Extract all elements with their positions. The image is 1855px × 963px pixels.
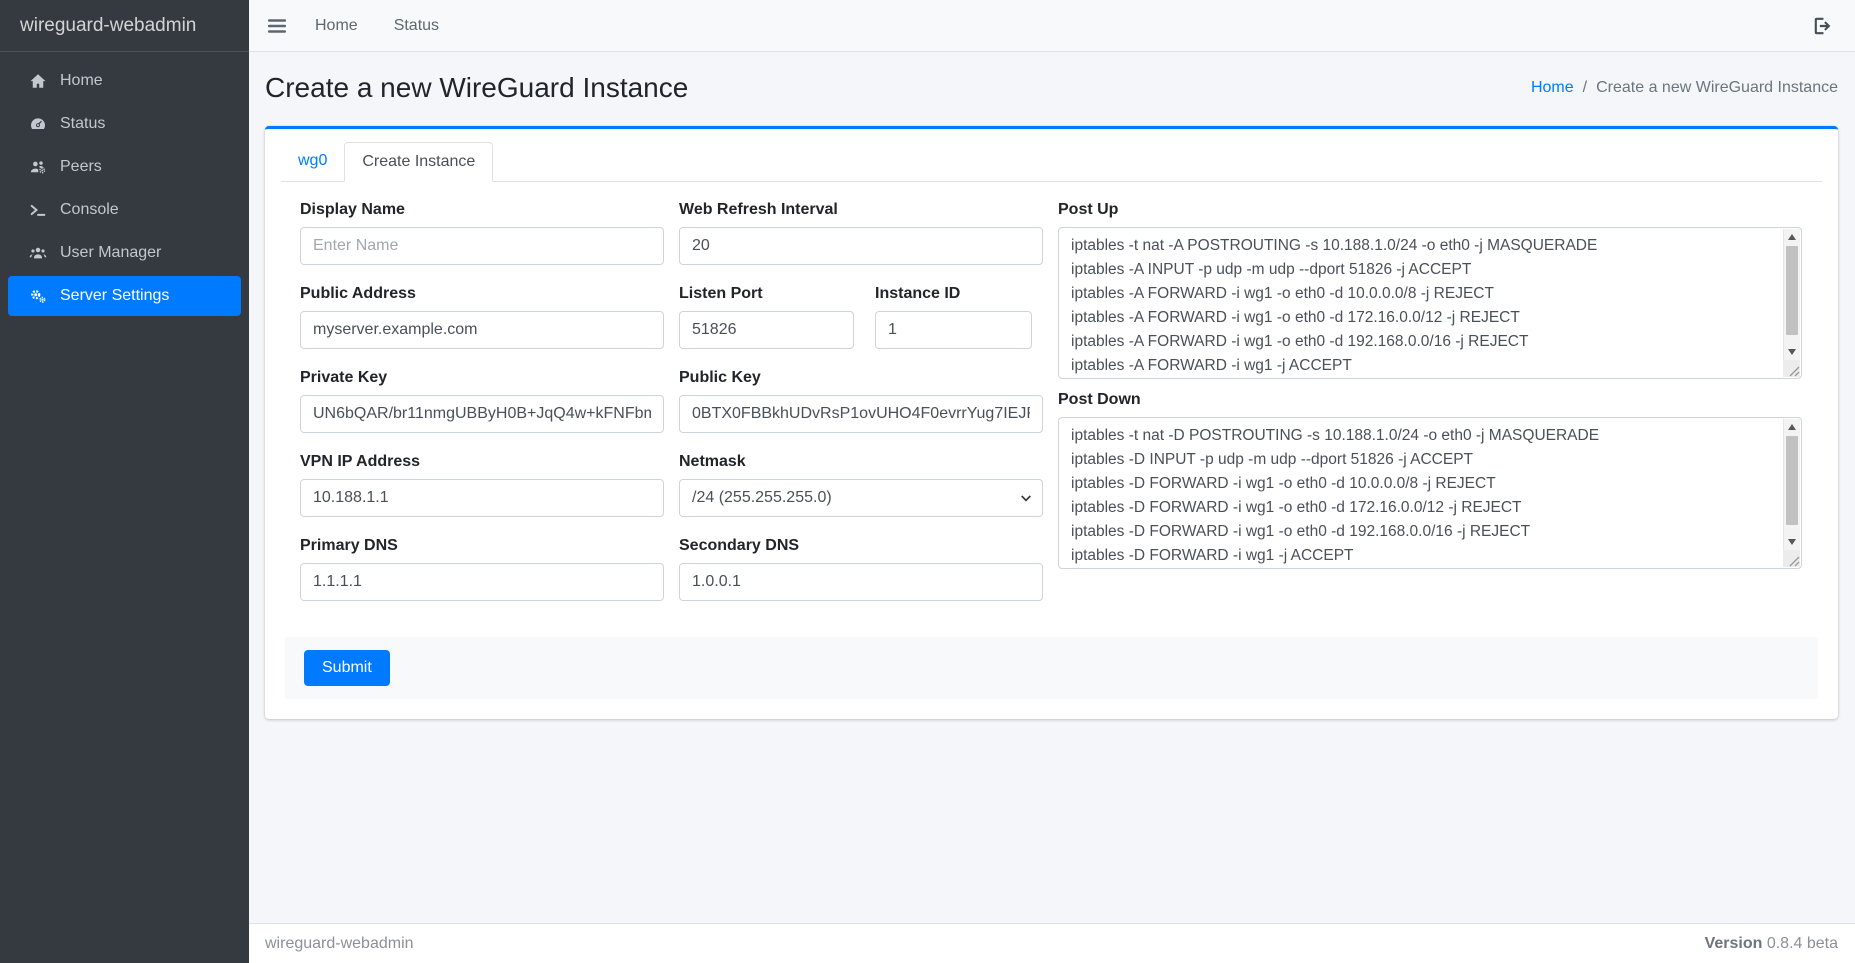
footer-version: Version 0.8.4 beta (1705, 935, 1838, 953)
post-up-scrollbar[interactable] (1783, 229, 1800, 360)
secondary-dns-label: Secondary DNS (679, 537, 1043, 555)
scroll-down-arrow-icon[interactable] (1784, 344, 1800, 360)
brand-title: wireguard-webadmin (0, 0, 249, 52)
listen-port-label: Listen Port (679, 285, 854, 303)
scrollbar-thumb[interactable] (1786, 436, 1798, 525)
users-icon (26, 244, 49, 262)
primary-dns-label: Primary DNS (300, 537, 664, 555)
users-gear-icon (26, 158, 49, 176)
scroll-up-arrow-icon[interactable] (1784, 419, 1800, 435)
vpn-ip-address-input[interactable] (300, 479, 664, 517)
sign-out-icon[interactable] (1812, 15, 1834, 37)
sidebar-item-peers[interactable]: Peers (8, 147, 241, 187)
public-key-input[interactable] (679, 395, 1043, 433)
gauge-icon (26, 115, 49, 133)
sidebar-item-label: Server Settings (60, 287, 169, 305)
private-key-input[interactable] (300, 395, 664, 433)
sidebar-item-user-manager[interactable]: User Manager (8, 233, 241, 273)
terminal-icon (26, 201, 49, 219)
footer-version-value: 0.8.4 beta (1767, 935, 1838, 952)
post-down-label: Post Down (1058, 391, 1802, 409)
secondary-dns-input[interactable] (679, 563, 1043, 601)
footer-version-label: Version (1705, 935, 1763, 952)
scrollbar-thumb[interactable] (1786, 246, 1798, 335)
instance-id-label: Instance ID (875, 285, 1032, 303)
display-name-label: Display Name (300, 201, 664, 219)
post-up-text[interactable]: iptables -t nat -A POSTROUTING -s 10.188… (1059, 228, 1782, 378)
public-address-label: Public Address (300, 285, 664, 303)
public-address-input[interactable] (300, 311, 664, 349)
sidebar-item-home[interactable]: Home (8, 61, 241, 101)
web-refresh-interval-label: Web Refresh Interval (679, 201, 1043, 219)
breadcrumb-separator: / (1583, 79, 1587, 97)
sidebar-item-server-settings[interactable]: Server Settings (8, 276, 241, 316)
post-down-text[interactable]: iptables -t nat -D POSTROUTING -s 10.188… (1059, 418, 1782, 568)
chevron-down-icon (1018, 490, 1034, 506)
scroll-down-arrow-icon[interactable] (1784, 534, 1800, 550)
post-up-label: Post Up (1058, 201, 1802, 219)
instance-card: wg0 Create Instance Display Name Web Ref… (265, 126, 1838, 719)
listen-port-input[interactable] (679, 311, 854, 349)
netmask-selected-value: /24 (255.255.255.0) (692, 489, 832, 507)
sidebar-item-label: Peers (60, 158, 102, 176)
breadcrumb-home-link[interactable]: Home (1531, 79, 1574, 97)
scroll-up-arrow-icon[interactable] (1784, 229, 1800, 245)
tab-wg0[interactable]: wg0 (281, 142, 344, 182)
topnav-link-home[interactable]: Home (315, 17, 358, 35)
sidebar: wireguard-webadmin Home Status Peers Con… (0, 0, 249, 963)
content-area: Create a new WireGuard Instance Home / C… (249, 52, 1855, 923)
home-icon (26, 72, 49, 90)
breadcrumb-current: Create a new WireGuard Instance (1596, 79, 1838, 97)
sidebar-item-label: User Manager (60, 244, 161, 262)
form-actions: Submit (285, 637, 1818, 699)
vpn-ip-address-label: VPN IP Address (300, 453, 664, 471)
sidebar-item-console[interactable]: Console (8, 190, 241, 230)
post-up-textarea[interactable]: iptables -t nat -A POSTROUTING -s 10.188… (1058, 227, 1802, 379)
private-key-label: Private Key (300, 369, 664, 387)
netmask-label: Netmask (679, 453, 1043, 471)
breadcrumb: Home / Create a new WireGuard Instance (1531, 79, 1838, 97)
instance-form: Display Name Web Refresh Interval Public… (285, 201, 1818, 621)
display-name-input[interactable] (300, 227, 664, 265)
post-down-scrollbar[interactable] (1783, 419, 1800, 550)
footer-app-name: wireguard-webadmin (265, 935, 414, 953)
sidebar-item-label: Home (60, 72, 103, 90)
hamburger-icon[interactable] (265, 14, 289, 38)
netmask-select[interactable]: /24 (255.255.255.0) (679, 479, 1043, 517)
submit-button[interactable]: Submit (304, 650, 390, 686)
topnav-link-status[interactable]: Status (394, 17, 439, 35)
web-refresh-interval-input[interactable] (679, 227, 1043, 265)
post-down-textarea[interactable]: iptables -t nat -D POSTROUTING -s 10.188… (1058, 417, 1802, 569)
public-key-label: Public Key (679, 369, 1043, 387)
instance-id-input[interactable] (875, 311, 1032, 349)
sidebar-item-label: Console (60, 201, 119, 219)
sidebar-menu: Home Status Peers Console User Manager (0, 52, 249, 328)
resize-grip-icon[interactable] (1783, 550, 1800, 567)
sidebar-item-status[interactable]: Status (8, 104, 241, 144)
main-footer: wireguard-webadmin Version 0.8.4 beta (249, 923, 1855, 963)
instance-tabs: wg0 Create Instance (281, 142, 1822, 182)
gears-icon (26, 287, 49, 305)
page-title: Create a new WireGuard Instance (265, 72, 688, 104)
sidebar-item-label: Status (60, 115, 105, 133)
primary-dns-input[interactable] (300, 563, 664, 601)
top-navbar: Home Status (249, 0, 1855, 52)
resize-grip-icon[interactable] (1783, 360, 1800, 377)
tab-create-instance[interactable]: Create Instance (344, 142, 493, 182)
